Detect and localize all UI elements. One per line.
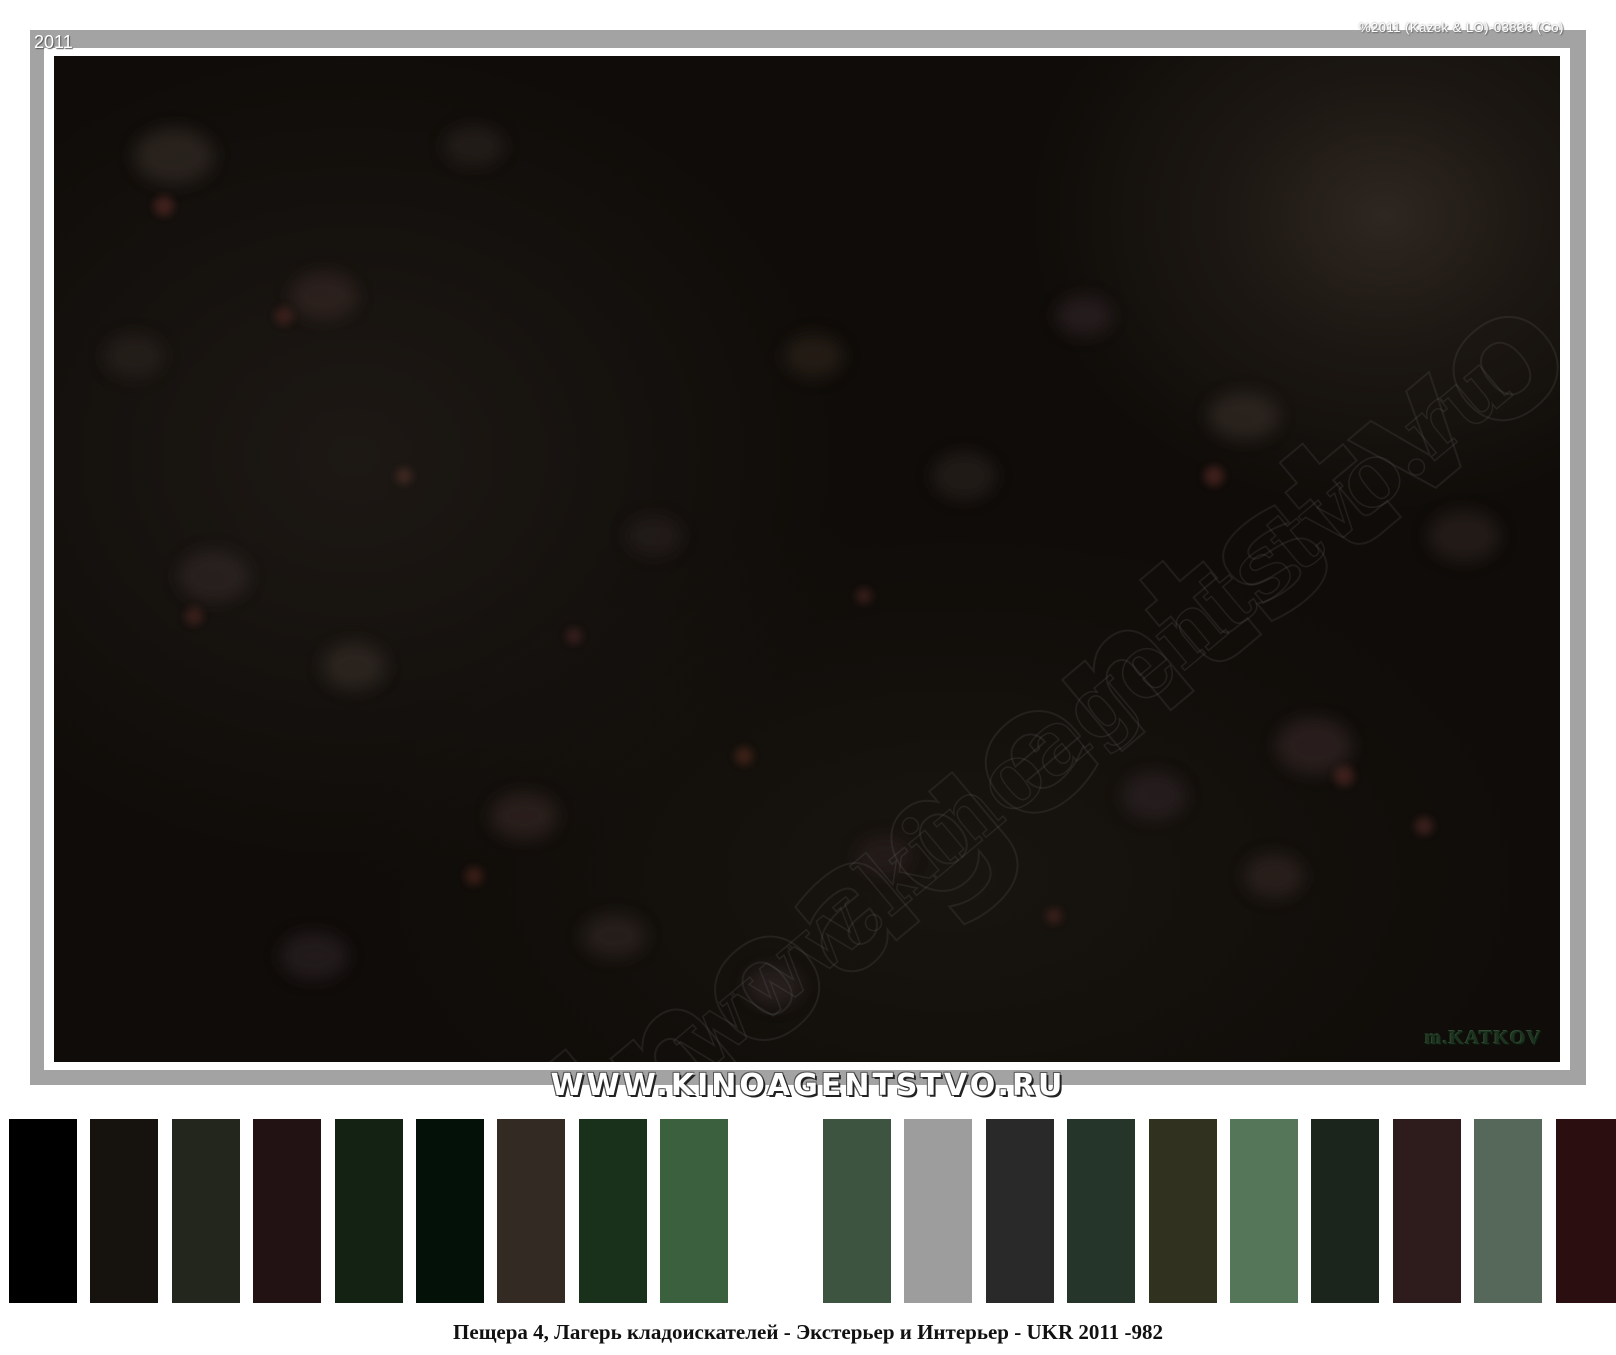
watermark-small: www.kinoagentstvo.ru [651, 332, 1529, 1062]
color-swatch [1393, 1119, 1461, 1303]
color-swatch [904, 1119, 972, 1303]
photo-caption: Пещера 4, Лагерь кладоискателей - Экстер… [453, 1320, 1163, 1344]
color-swatch [172, 1119, 240, 1303]
color-swatch [90, 1119, 158, 1303]
color-swatch [1149, 1119, 1217, 1303]
copyright-label: %2011 (Kazek & LO)-03836 (Co) [1358, 20, 1564, 35]
color-swatch [823, 1119, 891, 1303]
color-swatch [497, 1119, 565, 1303]
color-swatch [579, 1119, 647, 1303]
color-swatch [1556, 1119, 1616, 1303]
cave-photo: kinoagentstvo www.kinoagentstvo.ru m.KAT… [54, 56, 1560, 1062]
photo-frame: kinoagentstvo www.kinoagentstvo.ru m.KAT… [30, 20, 1586, 1085]
site-banner: WWW.KINOAGENTSTVO.RU [550, 1068, 1066, 1103]
color-swatch [1474, 1119, 1542, 1303]
photo-border: kinoagentstvo www.kinoagentstvo.ru m.KAT… [44, 48, 1570, 1070]
color-swatch [742, 1119, 810, 1303]
color-swatch [335, 1119, 403, 1303]
year-label: 2011 [34, 32, 73, 52]
color-swatch [416, 1119, 484, 1303]
cave-texture: kinoagentstvo www.kinoagentstvo.ru [104, 126, 1560, 1062]
color-swatch [660, 1119, 728, 1303]
color-swatch [1230, 1119, 1298, 1303]
color-palette [0, 1119, 1616, 1303]
photographer-signature: m.KATKOV [1424, 1027, 1542, 1049]
color-swatch [9, 1119, 77, 1303]
color-swatch [986, 1119, 1054, 1303]
color-swatch [253, 1119, 321, 1303]
color-swatch [1067, 1119, 1135, 1303]
color-swatch [1311, 1119, 1379, 1303]
